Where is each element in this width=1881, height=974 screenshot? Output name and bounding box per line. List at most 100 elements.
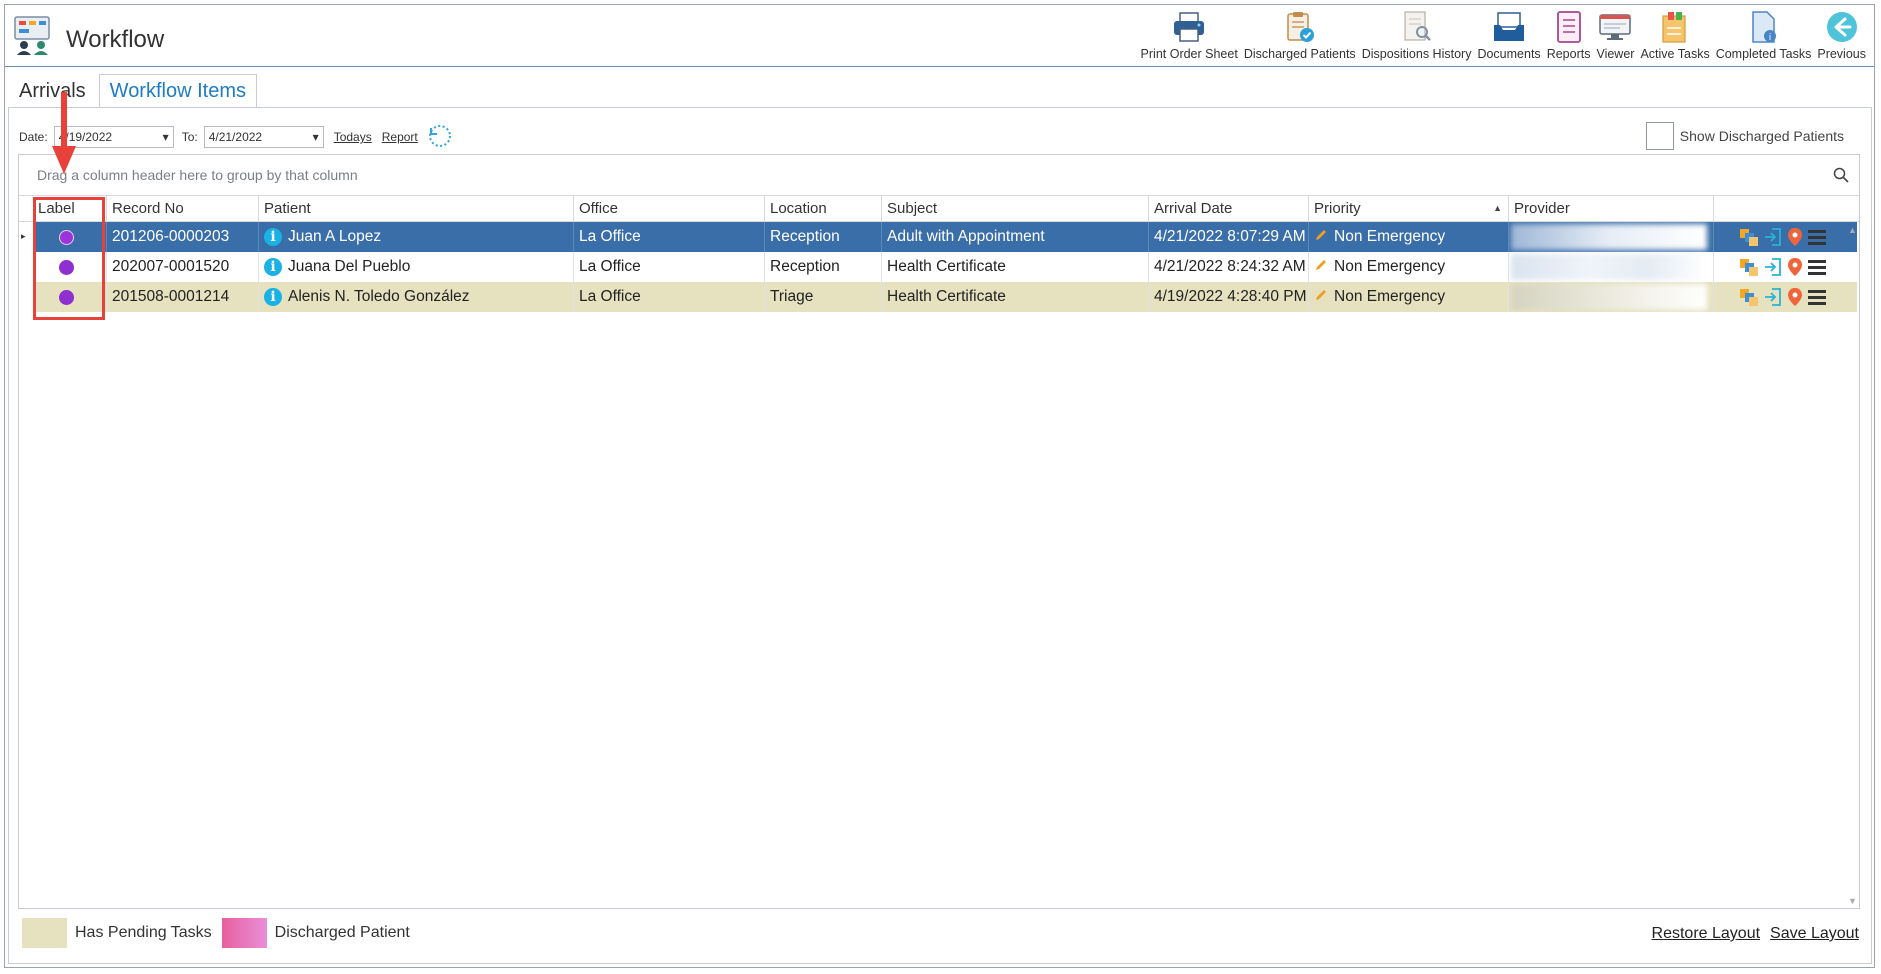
- pending-tasks-label: Has Pending Tasks: [75, 924, 212, 941]
- tasks-stack-icon[interactable]: [1739, 227, 1759, 247]
- office-cell: La Office: [574, 252, 765, 282]
- location-cell: Reception: [765, 222, 882, 252]
- documents-button[interactable]: Documents: [1477, 9, 1541, 61]
- record-no-cell: 202007-0001520: [107, 252, 259, 282]
- discharged-patient-label: Discharged Patient: [274, 924, 410, 941]
- column-header-location[interactable]: Location: [765, 196, 882, 221]
- app-header: Workflow Print Order Sheet Discharged Pa…: [5, 5, 1874, 67]
- group-by-panel[interactable]: Drag a column header here to group by th…: [19, 155, 1859, 196]
- record-no-cell: 201206-0000203: [107, 222, 259, 252]
- tasks-stack-icon[interactable]: [1739, 257, 1759, 277]
- report-icon: [1551, 9, 1587, 45]
- previous-button[interactable]: Previous: [1817, 9, 1866, 61]
- info-icon[interactable]: i: [264, 228, 282, 246]
- column-header-record-no[interactable]: Record No: [107, 196, 259, 221]
- location-pin-icon[interactable]: [1787, 257, 1803, 277]
- info-icon[interactable]: i: [264, 258, 282, 276]
- patient-cell: i Alenis N. Toledo González: [259, 282, 574, 312]
- group-hint: Drag a column header here to group by th…: [37, 167, 358, 183]
- tasks-stack-icon[interactable]: [1739, 287, 1759, 307]
- priority-cell: Non Emergency: [1309, 222, 1509, 252]
- scroll-down-icon[interactable]: ▼: [1848, 896, 1857, 906]
- reports-button[interactable]: Reports: [1547, 9, 1590, 61]
- monitor-icon: [1597, 9, 1633, 45]
- viewer-button[interactable]: Viewer: [1596, 9, 1634, 61]
- column-header-actions: [1714, 196, 1859, 221]
- info-icon[interactable]: i: [264, 288, 282, 306]
- redacted-provider-name: [1511, 284, 1707, 310]
- pencil-icon: [1314, 258, 1328, 277]
- current-row-indicator-icon: ▸: [21, 231, 26, 241]
- todays-link[interactable]: Todays: [334, 130, 372, 144]
- show-discharged-checkbox[interactable]: [1645, 122, 1674, 150]
- arrival-date-cell: 4/21/2022 8:07:29 AM: [1149, 222, 1309, 252]
- office-cell: La Office: [574, 282, 765, 312]
- column-header-office[interactable]: Office: [574, 196, 765, 221]
- location-pin-icon[interactable]: [1787, 287, 1803, 307]
- office-cell: La Office: [574, 222, 765, 252]
- patient-cell: i Juana Del Pueblo: [259, 252, 574, 282]
- annotation-arrow-icon: [50, 92, 78, 181]
- completed-tasks-button[interactable]: i Completed Tasks: [1716, 9, 1811, 61]
- search-icon[interactable]: [1833, 167, 1849, 188]
- redacted-provider-name: [1511, 254, 1707, 280]
- vertical-scrollbar[interactable]: ▲ ▼: [1845, 221, 1859, 908]
- tab-workflow-items[interactable]: Workflow Items: [98, 74, 257, 107]
- save-layout-link[interactable]: Save Layout: [1770, 925, 1859, 943]
- toolbar: Print Order Sheet Discharged Patients Di…: [1135, 9, 1866, 61]
- workflow-app-icon: [13, 15, 53, 55]
- column-header-subject[interactable]: Subject: [882, 196, 1149, 221]
- table-row[interactable]: 201508-0001214 i Alenis N. Toledo Gonzále…: [33, 282, 1857, 312]
- refresh-icon[interactable]: [428, 124, 452, 151]
- show-discharged-label: Show Discharged Patients: [1679, 128, 1844, 144]
- column-header-arrival-date[interactable]: Arrival Date: [1149, 196, 1309, 221]
- column-header-priority[interactable]: Priority ▲: [1309, 196, 1509, 221]
- arrow-left-circle-icon: [1824, 9, 1860, 45]
- date-to-picker[interactable]: 4/21/2022 ▾: [203, 126, 324, 148]
- menu-icon[interactable]: [1807, 258, 1827, 276]
- discharged-patients-button[interactable]: Discharged Patients: [1244, 9, 1356, 61]
- date-filter-bar: Date: 4/19/2022 ▾ To: 4/21/2022 ▾ Todays…: [19, 124, 452, 150]
- date-label: Date:: [19, 130, 48, 144]
- menu-icon[interactable]: [1807, 228, 1827, 246]
- menu-icon[interactable]: [1807, 288, 1827, 306]
- inbox-tray-icon: [1491, 9, 1527, 45]
- row-actions: [1735, 222, 1827, 252]
- provider-cell: [1509, 252, 1714, 282]
- scroll-up-icon[interactable]: ▲: [1848, 225, 1857, 235]
- chevron-down-icon: ▾: [312, 130, 319, 144]
- sort-ascending-icon: ▲: [1493, 203, 1502, 213]
- chevron-down-icon: ▾: [162, 130, 169, 144]
- svg-text:i: i: [1768, 33, 1771, 43]
- check-in-icon[interactable]: [1763, 227, 1783, 247]
- workflow-grid: Drag a column header here to group by th…: [18, 154, 1860, 909]
- subject-cell: Adult with Appointment: [882, 222, 1149, 252]
- priority-cell: Non Emergency: [1309, 282, 1509, 312]
- restore-layout-link[interactable]: Restore Layout: [1652, 925, 1761, 943]
- report-link[interactable]: Report: [382, 130, 418, 144]
- table-row[interactable]: 202007-0001520 i Juana Del Pueblo La Offi…: [33, 252, 1857, 282]
- to-label: To:: [181, 130, 198, 144]
- active-tasks-button[interactable]: Active Tasks: [1640, 9, 1710, 61]
- location-pin-icon[interactable]: [1787, 227, 1803, 247]
- table-row[interactable]: ▸ 201206-0000203 i Juan A Lopez La Office…: [21, 222, 1857, 252]
- pencil-icon: [1314, 288, 1328, 307]
- column-header-row: Label Record No Patient Office Location …: [19, 196, 1859, 222]
- row-color-legend: Has Pending Tasks Discharged Patient: [22, 918, 410, 948]
- app-title: Workflow: [66, 26, 165, 53]
- dispositions-history-button[interactable]: Dispositions History: [1362, 9, 1471, 61]
- check-in-icon[interactable]: [1763, 287, 1783, 307]
- layout-links: Restore Layout Save Layout: [1642, 925, 1859, 943]
- print-order-sheet-button[interactable]: Print Order Sheet: [1141, 9, 1238, 61]
- row-actions: [1735, 252, 1827, 282]
- provider-cell: [1509, 282, 1714, 312]
- tab-bar: Arrivals Workflow Items: [8, 74, 259, 108]
- tasks-icon: [1657, 9, 1693, 45]
- clipboard-check-icon: [1282, 9, 1318, 45]
- column-header-provider[interactable]: Provider: [1509, 196, 1714, 221]
- pending-tasks-swatch: [22, 918, 67, 948]
- subject-cell: Health Certificate: [882, 282, 1149, 312]
- column-header-patient[interactable]: Patient: [259, 196, 574, 221]
- check-in-icon[interactable]: [1763, 257, 1783, 277]
- show-discharged-toggle[interactable]: Show Discharged Patients: [1645, 122, 1844, 150]
